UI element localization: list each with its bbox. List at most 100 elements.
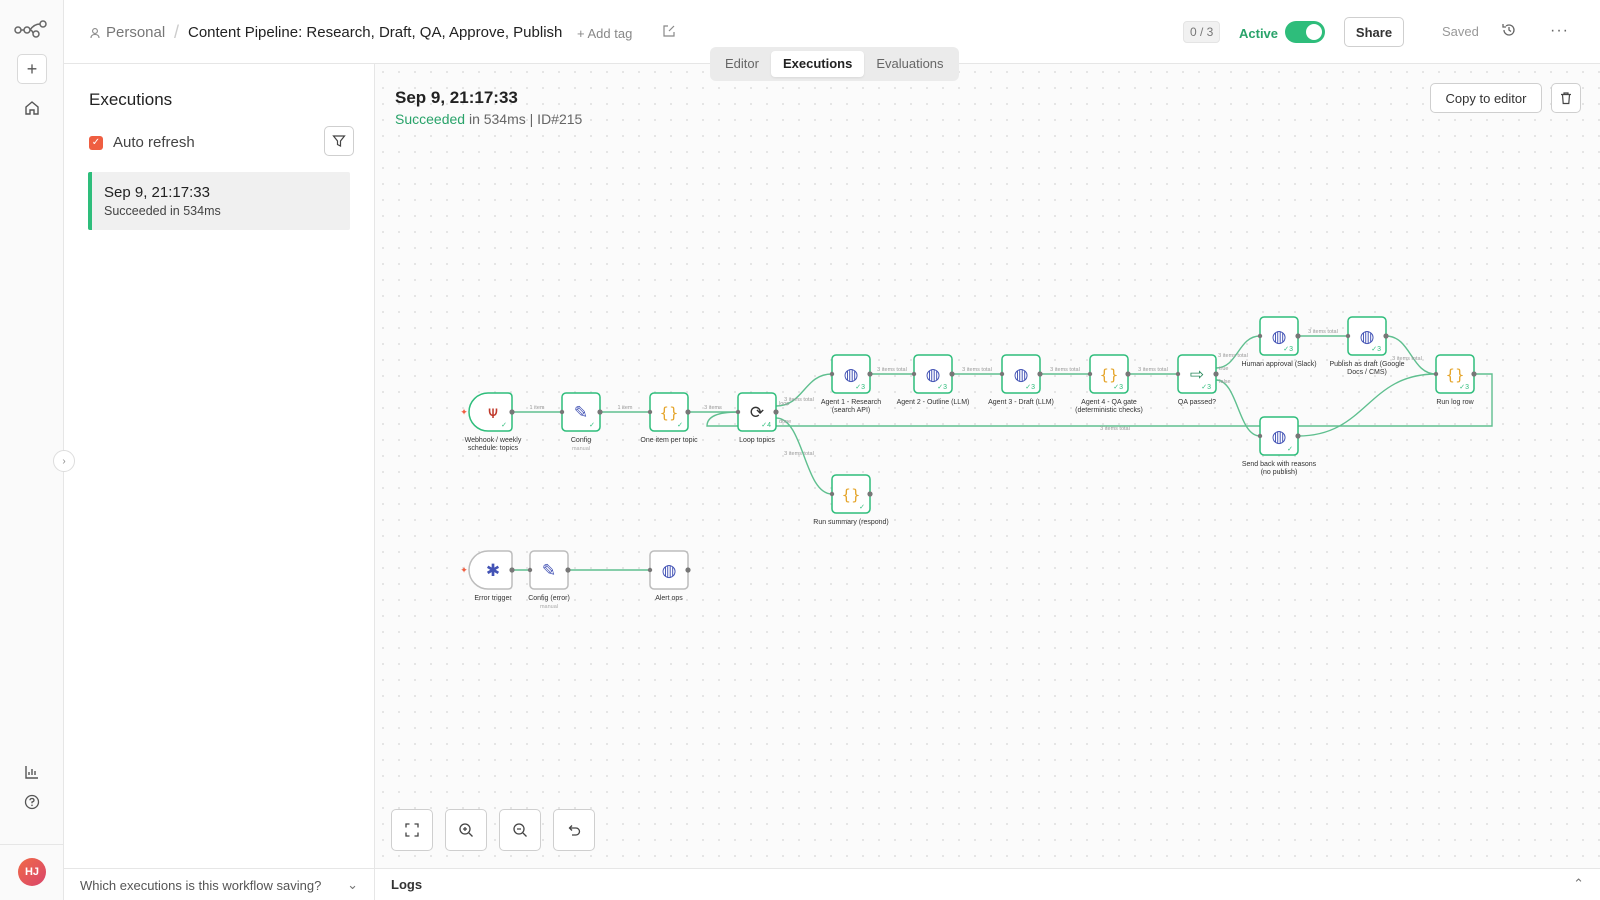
share-button[interactable]: Share (1344, 17, 1404, 47)
node-label: Agent 1 - Research (821, 399, 881, 406)
node-config-error[interactable]: ✎ Config (error) manual (527, 550, 571, 610)
zoom-in-button[interactable] (445, 809, 487, 851)
rail-divider (0, 844, 64, 845)
more-options-icon[interactable]: ··· (1550, 22, 1569, 40)
edge-label-agent3-agent4: 3 items total (1050, 367, 1080, 373)
edge-label-loop-summary: 3 items total (784, 451, 814, 457)
edge-label-agent4-qa: 3 items total (1138, 367, 1168, 373)
node-label-line2: (deterministic checks) (1075, 407, 1143, 414)
filter-button[interactable] (324, 126, 354, 156)
add-tag-button[interactable]: + Add tag (577, 26, 632, 41)
edge-label-agent1-agent2: 3 items total (877, 367, 907, 373)
globe-icon: ◍ (662, 561, 677, 581)
execution-list-item[interactable]: Sep 9, 21:17:33 Succeeded in 534ms (88, 172, 350, 230)
node-label: One item per topic (640, 437, 698, 444)
success-check-icon: ✓3 (1113, 384, 1123, 391)
node-webhook[interactable]: ✦ ᴪ✓ Webhook / weeklyschedule: topics (460, 392, 522, 452)
node-label: Send back with reasons (1242, 461, 1317, 468)
home-icon[interactable] (22, 98, 42, 118)
node-publish-draft[interactable]: ◍✓3 Publish as draft (GoogleDocs / CMS) (1329, 316, 1405, 376)
expand-sidebar-button[interactable]: › (53, 450, 75, 472)
node-sublabel: manual (540, 604, 558, 610)
globe-icon: ◍ (1014, 365, 1029, 385)
node-label: Loop topics (739, 437, 775, 444)
logs-panel-toggle[interactable]: Logs ⌃ (375, 868, 1600, 900)
node-label: Publish as draft (Google (1329, 361, 1404, 368)
code-icon: {} (1445, 366, 1464, 384)
breadcrumb[interactable]: Personal (90, 24, 165, 41)
active-toggle[interactable] (1285, 21, 1325, 43)
node-label: Agent 4 - QA gate (1081, 399, 1137, 406)
executions-sidebar: Executions ✓ Auto refresh Sep 9, 21:17:3… (64, 64, 375, 900)
node-error-trigger[interactable]: ✦ ✱ Error trigger (460, 550, 515, 602)
node-agent3[interactable]: ◍✓3 Agent 3 - Draft (LLM) (988, 354, 1054, 406)
success-check-icon: ✓3 (1459, 384, 1469, 391)
webhook-icon: ᴪ (488, 403, 498, 423)
reset-zoom-button[interactable] (553, 809, 595, 851)
node-agent2[interactable]: ◍✓3 Agent 2 - Outline (LLM) (897, 354, 970, 406)
zoom-out-icon (513, 823, 527, 837)
trigger-bolt-icon: ✦ (460, 407, 468, 417)
success-check-icon: ✓ (859, 504, 865, 511)
node-label: Config (571, 437, 591, 444)
chevron-down-icon: ⌄ (347, 877, 358, 892)
add-button[interactable]: + (17, 54, 47, 84)
node-loop[interactable]: ⟳✓4 Loop topics (735, 392, 779, 444)
tab-executions[interactable]: Executions (770, 51, 865, 77)
pencil-icon: ✎ (542, 561, 556, 581)
auto-refresh-checkbox[interactable]: ✓ (89, 135, 103, 150)
node-label: Alert ops (655, 595, 683, 602)
workflow-title[interactable]: Content Pipeline: Research, Draft, QA, A… (188, 24, 562, 41)
node-qa-passed[interactable]: ⇨✓3 QA passed? (1175, 354, 1219, 406)
node-label: Config (error) (528, 595, 570, 602)
active-label: Active (1239, 26, 1279, 41)
node-label: Agent 3 - Draft (LLM) (988, 399, 1054, 406)
node-label: Run summary (respond) (813, 519, 888, 526)
success-check-icon: ✓4 (761, 422, 771, 429)
success-check-icon: ✓ (1287, 446, 1293, 453)
edit-description-icon[interactable] (662, 24, 676, 43)
success-check-icon: ✓3 (855, 384, 865, 391)
success-check-icon: ✓ (501, 422, 507, 429)
edge-qa-sendback[interactable] (1215, 379, 1261, 437)
node-alert-ops[interactable]: ◍ Alert ops (647, 550, 691, 602)
tab-evaluations[interactable]: Evaluations (864, 51, 955, 77)
pencil-icon: ✎ (574, 403, 588, 423)
success-check-icon: ✓ (589, 422, 595, 429)
executions-title: Executions (89, 90, 173, 109)
saving-settings-toggle[interactable]: Which executions is this workflow saving… (64, 868, 374, 900)
logs-label: Logs (391, 877, 423, 892)
node-run-log[interactable]: {}✓3 Run log row (1433, 354, 1477, 406)
edge-label-agent2-agent3: 3 items total (962, 367, 992, 373)
node-run-summary[interactable]: {}✓ Run summary (respond) (813, 474, 889, 526)
zoom-controls (391, 809, 595, 851)
node-agent1[interactable]: ◍✓3 Agent 1 - Research(search API) (821, 354, 881, 414)
breadcrumb-project[interactable]: Personal (106, 24, 165, 41)
success-check-icon: ✓3 (1201, 384, 1211, 391)
left-rail: + HJ › (0, 0, 75, 900)
history-icon[interactable] (1501, 22, 1517, 43)
port-label-true: true (1219, 366, 1228, 372)
auto-refresh-toggle[interactable]: ✓ Auto refresh (89, 134, 195, 151)
node-one-item[interactable]: {}✓ One item per topic (640, 392, 698, 444)
bug-icon: ✱ (486, 561, 500, 581)
workflow-canvas[interactable]: Sep 9, 21:17:33 Succeeded in 534ms | ID#… (375, 64, 1600, 868)
tab-editor[interactable]: Editor (713, 51, 771, 77)
insights-icon[interactable] (22, 762, 42, 782)
breadcrumb-separator: / (174, 22, 180, 42)
zoom-out-button[interactable] (499, 809, 541, 851)
avatar[interactable]: HJ (18, 858, 46, 886)
globe-icon: ◍ (844, 365, 859, 385)
chevron-up-icon: ⌃ (1573, 876, 1584, 891)
globe-icon: ◍ (926, 365, 941, 385)
port-label-loop: loop (779, 401, 789, 407)
node-agent4[interactable]: {}✓3 Agent 4 - QA gate(deterministic chec… (1075, 354, 1143, 414)
node-label-line2: schedule: topics (468, 445, 519, 452)
logo-icon[interactable] (14, 18, 48, 40)
production-checklist-badge[interactable]: 0 / 3 (1183, 21, 1221, 43)
node-config[interactable]: ✎✓ Config manual (559, 392, 603, 452)
node-human-approval[interactable]: ◍✓3 Human approval (Slack) (1241, 316, 1317, 368)
fit-view-button[interactable] (391, 809, 433, 851)
edge-publish-runlog[interactable] (1385, 335, 1437, 375)
help-icon[interactable] (22, 792, 42, 812)
